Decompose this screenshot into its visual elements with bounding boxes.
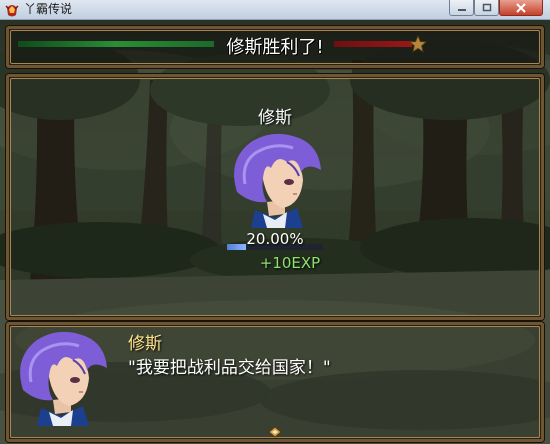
speaker-face-portrait	[20, 331, 107, 426]
minimize-button[interactable]	[449, 0, 474, 16]
continue-arrow-icon[interactable]	[268, 426, 282, 438]
victory-message: 修斯胜利了!	[226, 37, 324, 58]
minimize-icon	[457, 8, 466, 11]
actor-name: 修斯	[258, 108, 292, 128]
exp-percent: 20.00%	[246, 230, 304, 248]
window-title: 丫霸传说	[24, 2, 73, 16]
maximize-icon	[482, 3, 491, 12]
actor-face-portrait	[234, 133, 321, 228]
speaker-name: 修斯	[128, 334, 162, 354]
dialogue-text: "我要把战利品交给国家！"	[128, 358, 331, 378]
window-titlebar: 丫霸传说	[0, 0, 550, 20]
maximize-button[interactable]	[474, 0, 499, 16]
app-icon	[5, 5, 19, 17]
close-button[interactable]	[499, 0, 543, 16]
close-icon	[516, 2, 526, 13]
exp-gain: +10EXP	[259, 254, 321, 272]
